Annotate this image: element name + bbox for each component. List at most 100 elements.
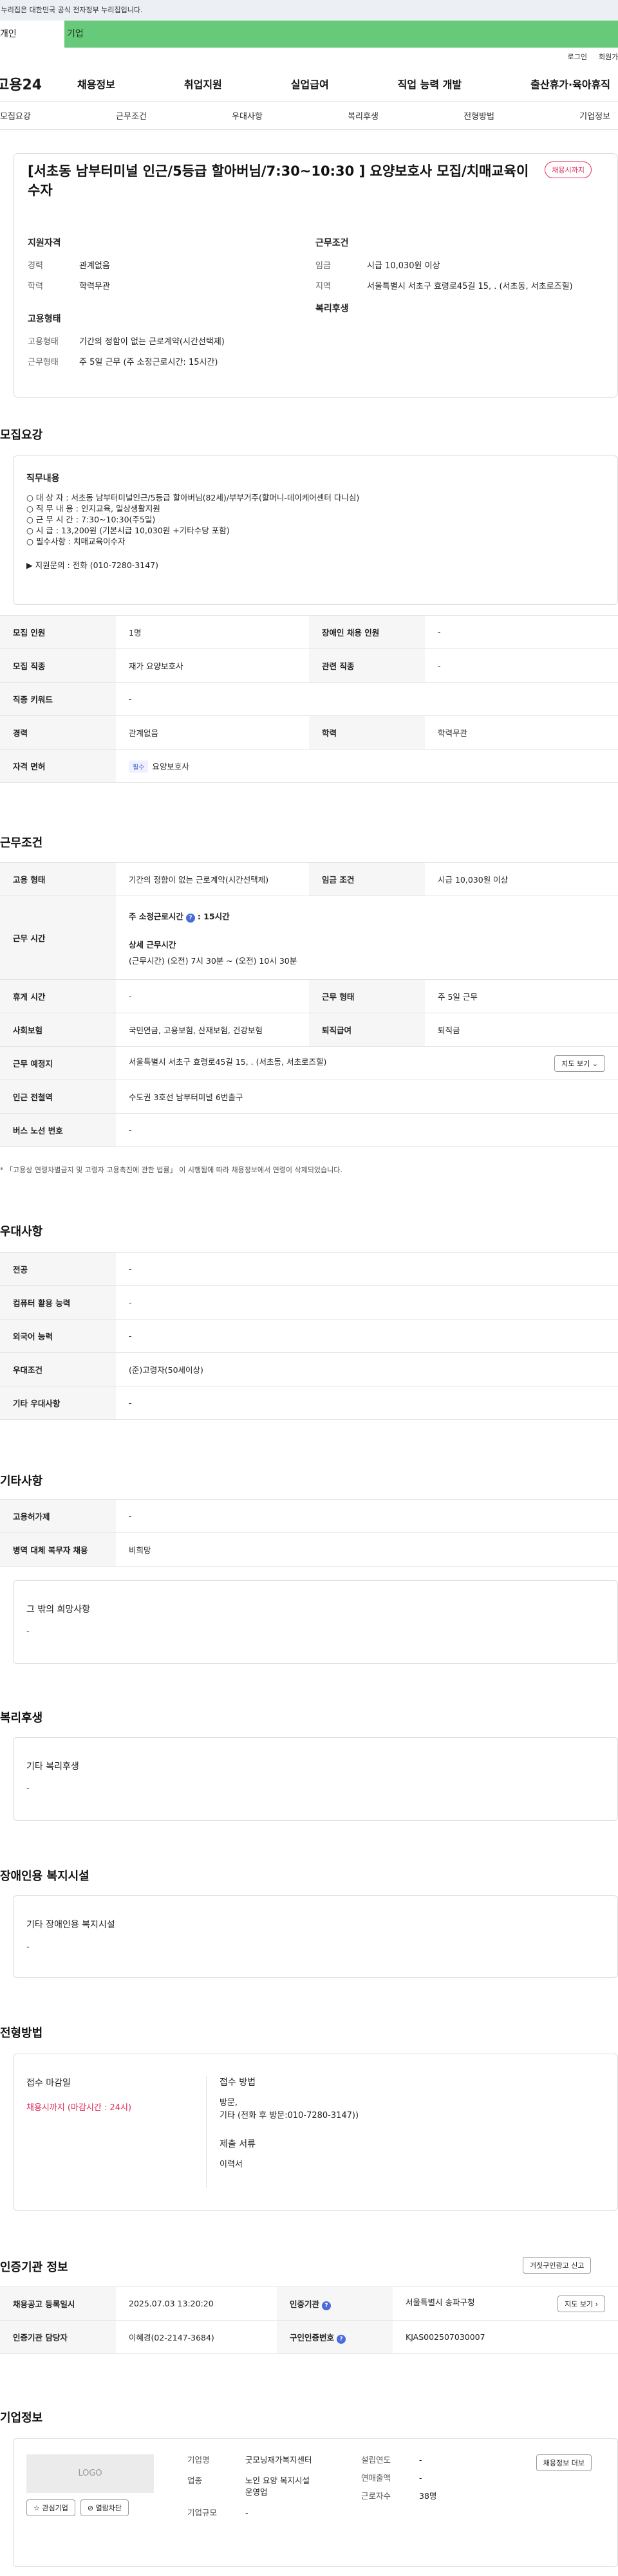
- duty-line: ○ 대 상 자 : 서초동 남부터미널인근/5등급 할아버님(82세)/부부거주…: [26, 493, 360, 502]
- th-headcount: 모집 인원: [0, 615, 116, 649]
- menu-jobs[interactable]: 채용정보: [77, 76, 115, 91]
- pref-section-title: 우대사항: [0, 1225, 43, 1238]
- th-worktype: 근무 형태: [309, 979, 425, 1013]
- tab-recruit[interactable]: 모집요강: [0, 109, 31, 122]
- th-wage: 임금 조건: [309, 862, 425, 896]
- help-icon[interactable]: ?: [185, 913, 195, 923]
- th-license: 자격 면허: [0, 749, 116, 783]
- help-icon[interactable]: ?: [337, 2334, 346, 2344]
- deadline-badge: 채용시까지: [545, 161, 592, 178]
- th-cert-manager: 인증기관 담당자: [0, 2320, 116, 2354]
- tab-method[interactable]: 전형방법: [464, 109, 494, 122]
- more-jobs-button[interactable]: 채용정보 더보: [536, 2454, 592, 2471]
- method-section-title: 전형방법: [0, 2027, 43, 2040]
- td-career: 관계없음: [116, 715, 309, 750]
- founded-value: -: [419, 2455, 422, 2465]
- docs-heading: 제출 서류: [220, 2139, 256, 2149]
- td-related: -: [425, 649, 618, 683]
- recruit-table: 모집 인원 1명 장애인 채용 인원 - 모집 직종 재가 요양보호사 관련 직종 - 직종…: [0, 615, 618, 783]
- td-place: 서울특별시 서초구 효령로45길 15, . (서초동, 서초로즈힐) 지도 보기…: [116, 1046, 618, 1080]
- help-icon[interactable]: ?: [322, 2301, 332, 2310]
- tab-preference[interactable]: 우대사항: [232, 109, 263, 122]
- tab-company[interactable]: 기업: [64, 21, 618, 48]
- site-logo[interactable]: 고용24: [0, 73, 67, 94]
- cond-heading: 근무조건: [315, 238, 349, 248]
- company-name-label: 기업명: [187, 2455, 210, 2465]
- section-tabs: 모집요강 근무조건 우대사항 복리후생 전형방법 기업정보: [0, 102, 618, 130]
- th-station: 인근 전철역: [0, 1080, 116, 1114]
- td-computer: -: [116, 1285, 618, 1320]
- td-language: -: [116, 1319, 618, 1353]
- tab-welfare[interactable]: 복리후생: [348, 109, 379, 122]
- menu-unemployment[interactable]: 실업급여: [291, 76, 329, 91]
- cert-map-button[interactable]: 지도 보기 ›: [557, 2295, 605, 2312]
- util-bar: 로그인 회원가입: [0, 48, 618, 66]
- th-language: 외국어 능력: [0, 1319, 116, 1353]
- menu-leave[interactable]: 출산휴가·육아휴직: [530, 76, 610, 91]
- th-cert-number: 구인인증번호?: [277, 2320, 393, 2354]
- welfare-heading: 복리후생: [315, 304, 349, 314]
- menu-support[interactable]: 취업지원: [184, 76, 222, 91]
- wage-value: 시급 10,030원 이상: [367, 261, 440, 271]
- company-logo: LOGO: [26, 2454, 154, 2493]
- th-occupation: 모집 직종: [0, 649, 116, 683]
- td-cert-org: 서울특별시 송파구청 지도 보기 ›: [393, 2286, 618, 2321]
- required-pill: 필수: [129, 760, 149, 773]
- td-keyword: -: [116, 682, 618, 716]
- th-edu: 학력: [309, 715, 425, 750]
- age-note: * 「고용상 연령차별금지 및 고령자 고용촉진에 관한 법률」 이 시행됨에 …: [0, 1166, 342, 1174]
- region-label: 지역: [315, 282, 331, 291]
- weekly-hours-value: : 15시간: [197, 911, 230, 921]
- report-fake-ad-button[interactable]: 거짓구인광고 신고: [523, 2257, 592, 2274]
- td-rest: -: [116, 979, 309, 1013]
- welfare-section-title: 복리후생: [0, 1711, 43, 1725]
- th-cert-org: 인증기관?: [277, 2286, 393, 2321]
- worktype-value: 주 5일 근무 (주 소정근로시간: 15시간): [79, 358, 218, 367]
- welfare-box: 기타 복리후생 -: [13, 1737, 618, 1821]
- login-link[interactable]: 로그인: [568, 51, 587, 62]
- block-company-button[interactable]: ⊘ 열람차단: [80, 2499, 129, 2516]
- employees-value: 38명: [419, 2491, 437, 2501]
- tab-personal[interactable]: 개인: [0, 21, 64, 48]
- td-time: 주 소정근로시간?: 15시간 상세 근무시간 (근무시간) (오전) 7시 3…: [116, 896, 618, 980]
- license-name: 요양보호사: [152, 761, 189, 771]
- duty-box: 직무내용 ○ 대 상 자 : 서초동 남부터미널인근/5등급 할아버님(82세)…: [13, 455, 618, 605]
- th-permit: 고용허가제: [0, 1499, 116, 1533]
- menu-training[interactable]: 직업 능력 개발: [398, 76, 462, 91]
- td-other-pref: -: [116, 1386, 618, 1420]
- th-military: 병역 대체 복무자 채용: [0, 1532, 116, 1567]
- th-disabled: 장애인 채용 인원: [309, 615, 425, 649]
- th-insurance: 사회보험: [0, 1013, 116, 1047]
- td-permit: -: [116, 1499, 618, 1533]
- detail-hours-value: (근무시간) (오전) 7시 30분 ~ (오전) 10시 30분: [129, 955, 297, 966]
- tab-conditions[interactable]: 근무조건: [116, 109, 147, 122]
- th-career: 경력: [0, 715, 116, 750]
- map-button[interactable]: 지도 보기 ⌄: [554, 1054, 605, 1072]
- region-value: 서울특별시 서초구 효령로45길 15, . (서초동, 서초로즈힐): [367, 282, 573, 291]
- td-cert-number: KJAS002507030007: [393, 2320, 618, 2354]
- cert-section-title: 인증기관 정보: [0, 2261, 68, 2274]
- edu-value: 학력무관: [79, 282, 110, 291]
- disab-section-title: 장애인용 복지시설: [0, 1870, 89, 1883]
- recruit-section-title: 모집요강: [0, 428, 43, 442]
- td-pref-cond: (준)고령자(50세이상): [116, 1352, 618, 1386]
- cert-org-label: 인증기관: [290, 2299, 320, 2309]
- etc-box: 그 밖의 희망사항 -: [13, 1580, 618, 1664]
- gov-banner-text: 이 누리집은 대한민국 공식 전자정부 누리집입니다.: [0, 6, 143, 14]
- th-bus: 버스 노선 번호: [0, 1113, 116, 1147]
- job-title: [서초동 남부터미널 인근/5등급 할아버님/7:30~10:30 ] 요양보호…: [28, 163, 529, 198]
- edu-label: 학력: [28, 282, 43, 291]
- td-headcount: 1명: [116, 615, 309, 649]
- td-emp: 기간의 정함이 없는 근로계약(시간선택제): [116, 862, 309, 896]
- signup-link[interactable]: 회원가입: [599, 51, 618, 62]
- job-summary-card: [서초동 남부터미널 인근/5등급 할아버님/7:30~10:30 ] 요양보호…: [13, 153, 618, 398]
- td-registered: 2025.07.03 13:20:20: [116, 2286, 277, 2321]
- td-license: 필수 요양보호사: [116, 749, 618, 783]
- th-rest: 휴게 시간: [0, 979, 116, 1013]
- welfare-box-heading: 기타 복리후생: [26, 1762, 79, 1772]
- cert-table: 채용공고 등록일시 2025.07.03 13:20:20 인증기관? 서울특별시 송…: [0, 2286, 618, 2354]
- favorite-company-button[interactable]: ☆ 관심기업: [26, 2499, 75, 2516]
- tab-company-info[interactable]: 기업정보: [579, 109, 610, 122]
- th-related: 관련 직종: [309, 649, 425, 683]
- td-disabled: -: [425, 615, 618, 649]
